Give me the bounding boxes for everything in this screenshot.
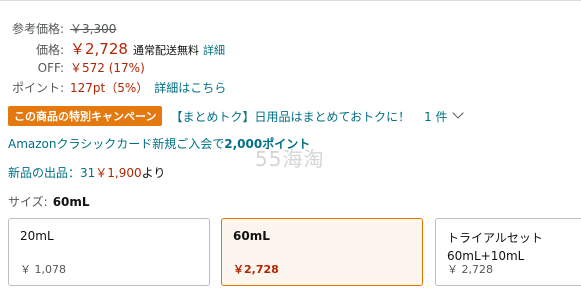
size-option-20ml[interactable]: 20mL ￥ 1,078 xyxy=(8,218,210,286)
promo-row: この商品の特別キャンペーン 【まとめトク】日用品はまとめておトクに！ 1 件 xyxy=(8,106,464,126)
campaign-badge: この商品の特別キャンペーン xyxy=(8,106,163,126)
off-row: OFF: ￥572 (17%) xyxy=(0,59,145,76)
size-option-price: ￥ 2,728 xyxy=(447,263,493,276)
watermark: 55海淘 xyxy=(255,147,325,171)
size-label: サイズ: xyxy=(8,195,48,209)
price-row: 価格: ￥2,728 通常配送無料 詳細 xyxy=(0,38,225,59)
size-option-60ml[interactable]: 60mL ￥2,728 xyxy=(221,218,423,286)
top-divider xyxy=(0,0,581,1)
size-option-name: 20mL xyxy=(20,229,54,243)
card-offer-link[interactable]: Amazonクラシックカード新規ご入会で xyxy=(8,135,224,152)
new-offers-row[interactable]: 新品の出品：31 ￥1,900 より xyxy=(8,164,165,181)
shipping-text: 通常配送無料 xyxy=(132,44,199,57)
new-offers-suffix: より xyxy=(141,166,166,180)
size-option-price: ￥ 1,078 xyxy=(20,263,66,276)
list-price-value: ￥3,300 xyxy=(70,22,117,36)
new-offers-price: ￥1,900 xyxy=(95,166,142,180)
points-value: 127pt（5%） xyxy=(70,81,149,95)
size-selected-value: 60mL xyxy=(52,195,90,209)
off-value: ￥572 (17%) xyxy=(70,61,145,75)
new-offers-link[interactable]: 新品の出品：31 xyxy=(8,164,95,181)
points-row: ポイント: 127pt（5%） 詳細はこちら xyxy=(0,79,226,96)
size-option-name: トライアルセット xyxy=(447,231,543,245)
size-row: サイズ: 60mL xyxy=(8,193,90,210)
points-label: ポイント: xyxy=(11,81,64,95)
points-details-link[interactable]: 詳細はこちら xyxy=(154,79,226,96)
list-price-row: 参考価格: ￥3,300 xyxy=(0,20,116,37)
campaign-count[interactable]: 1 件 xyxy=(424,108,447,125)
size-option-name: 60mL xyxy=(233,229,270,243)
shipping-details-link[interactable]: 詳細 xyxy=(203,42,225,58)
campaign-link[interactable]: 【まとめトク】日用品はまとめておトクに！ xyxy=(170,108,410,125)
price-value: ￥2,728 xyxy=(70,40,128,58)
size-option-trial-set[interactable]: トライアルセット 60mL+10mL ￥ 2,728 xyxy=(435,218,581,286)
size-option-price: ￥2,728 xyxy=(233,263,279,276)
off-label: OFF: xyxy=(37,61,64,75)
chevron-down-icon[interactable] xyxy=(451,107,464,119)
list-price-label: 参考価格: xyxy=(11,22,64,36)
price-label: 価格: xyxy=(35,43,64,57)
